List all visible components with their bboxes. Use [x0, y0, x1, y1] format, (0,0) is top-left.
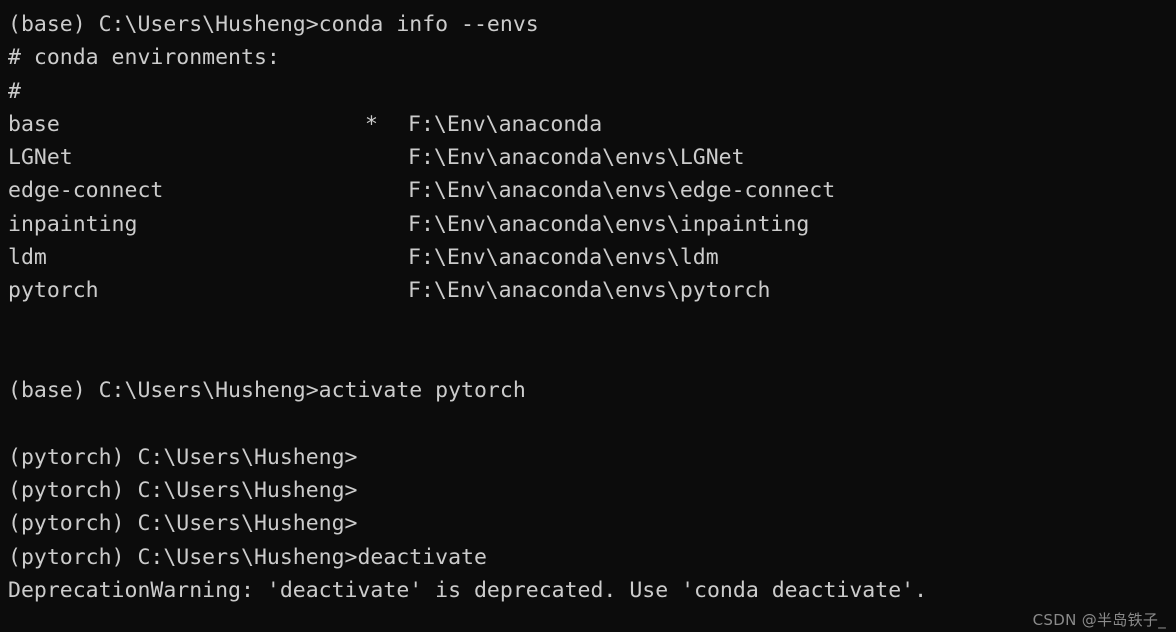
env-path: F:\Env\anaconda\envs\pytorch: [408, 278, 771, 304]
env-path: F:\Env\anaconda: [408, 111, 603, 137]
env-row: pytorch F:\Env\anaconda\envs\pytorch: [8, 274, 1176, 307]
env-name: pytorch: [8, 278, 99, 304]
env-active-marker: *: [365, 111, 378, 137]
output-line-deprecation-warning: DeprecationWarning: 'deactivate' is depr…: [8, 578, 928, 604]
env-row: ldm F:\Env\anaconda\envs\ldm: [8, 241, 1176, 274]
env-row: LGNet F:\Env\anaconda\envs\LGNet: [8, 141, 1176, 174]
env-name: inpainting: [8, 211, 138, 237]
prompt-line-pytorch: (pytorch) C:\Users\Husheng>: [8, 511, 358, 537]
env-path: F:\Env\anaconda\envs\inpainting: [408, 211, 810, 237]
env-path: F:\Env\anaconda\envs\edge-connect: [408, 178, 836, 204]
terminal-window[interactable]: (base) C:\Users\Husheng>conda info --env…: [0, 0, 1176, 632]
env-row: inpainting F:\Env\anaconda\envs\inpaintin…: [8, 208, 1176, 241]
command-line-conda-info: (base) C:\Users\Husheng>conda info --env…: [8, 12, 539, 37]
env-name: base: [8, 111, 60, 137]
env-row: edge-connect F:\Env\anaconda\envs\edge-co…: [8, 174, 1176, 207]
env-path: F:\Env\anaconda\envs\LGNet: [408, 145, 745, 171]
csdn-watermark: CSDN @半岛铁子_: [1032, 611, 1166, 629]
env-name: LGNet: [8, 145, 73, 171]
command-line-deactivate: (pytorch) C:\Users\Husheng>deactivate: [8, 544, 487, 570]
env-name: ldm: [8, 245, 47, 271]
env-name: edge-connect: [8, 178, 164, 204]
command-line-activate-pytorch: (base) C:\Users\Husheng>activate pytorch: [8, 378, 526, 404]
output-line-hash: #: [8, 78, 21, 104]
output-line-conda-environments-header: # conda environments:: [8, 45, 280, 71]
prompt-line-pytorch: (pytorch) C:\Users\Husheng>: [8, 444, 358, 470]
console-output-buffer[interactable]: (base) C:\Users\Husheng>conda info --env…: [8, 8, 1176, 607]
env-row: base * F:\Env\anaconda: [8, 108, 1176, 141]
env-path: F:\Env\anaconda\envs\ldm: [408, 245, 719, 271]
prompt-line-pytorch: (pytorch) C:\Users\Husheng>: [8, 478, 358, 504]
